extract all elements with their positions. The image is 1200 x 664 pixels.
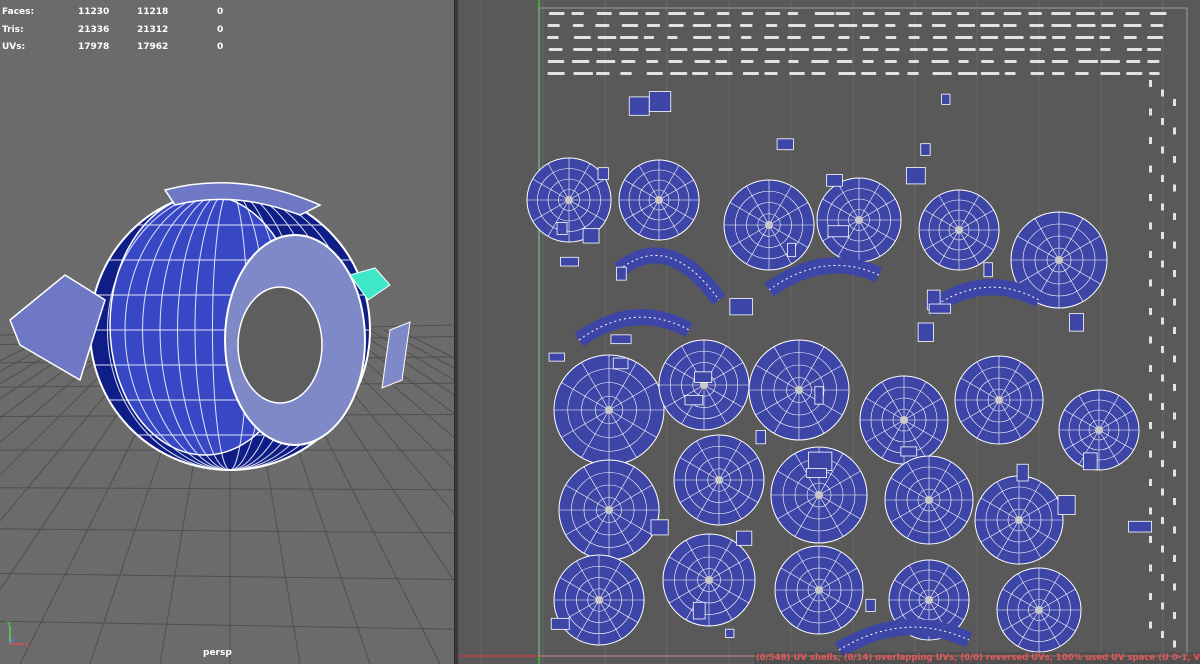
uv-small-shell xyxy=(814,386,824,405)
uv-small-shell xyxy=(612,357,629,370)
hud-value: 11230 xyxy=(78,7,110,17)
uv-shell xyxy=(774,545,864,635)
uv-statistics-readout: (0/548) UV shells, (0/14) overlapping UV… xyxy=(753,652,1200,664)
uv-small-shell xyxy=(1083,452,1098,471)
uv-small-shell xyxy=(805,468,827,478)
axis-x-label: x xyxy=(25,641,29,649)
uv-small-shell xyxy=(827,225,849,238)
uv-small-shell xyxy=(550,617,570,630)
hud-row-uvs: UVs: 17978 17962 0 xyxy=(0,39,240,57)
uv-shell xyxy=(974,475,1064,565)
hud-value: 0 xyxy=(217,42,224,52)
uv-shells xyxy=(526,12,1176,657)
uv-small-shell xyxy=(548,352,565,362)
side-panel xyxy=(9,274,106,382)
uv-arc-shell xyxy=(764,257,883,297)
uv-shell xyxy=(723,179,815,271)
hud-value: 17962 xyxy=(137,42,169,52)
uv-small-shell xyxy=(556,222,568,235)
hud-value: 17978 xyxy=(78,42,110,52)
hud-value: 21312 xyxy=(137,24,169,35)
hud-label: Faces: xyxy=(2,7,35,17)
uv-small-shell xyxy=(729,298,753,316)
uv-shell xyxy=(954,355,1044,445)
uv-small-shell xyxy=(917,322,934,342)
uv-editor-panel[interactable]: (0/548) UV shells, (0/14) overlapping UV… xyxy=(459,0,1200,664)
uv-small-shell xyxy=(610,334,632,345)
hud-value: 21336 xyxy=(78,24,110,35)
uv-shell xyxy=(662,533,756,627)
uv-small-shell xyxy=(725,628,735,638)
uv-arc-shell xyxy=(614,247,726,305)
uv-shell xyxy=(618,159,700,241)
uv-shell xyxy=(558,459,660,561)
hud-value: 11218 xyxy=(137,7,169,17)
uv-small-shell xyxy=(941,93,951,105)
uv-shell xyxy=(553,354,665,466)
poly-count-hud: Faces: 11230 11218 0 Tris: 21336 21312 0… xyxy=(0,4,240,57)
viewport-canvas[interactable] xyxy=(0,0,454,664)
uv-shell xyxy=(658,339,750,431)
uv-small-shell xyxy=(684,395,704,406)
wireframe-model xyxy=(9,182,411,471)
uv-small-shell xyxy=(582,228,600,244)
uv-small-shell xyxy=(900,446,918,457)
uv-small-shell xyxy=(1057,495,1076,515)
hud-label: UVs: xyxy=(2,42,26,52)
3d-viewport[interactable]: Faces: 11230 11218 0 Tris: 21336 21312 0… xyxy=(0,0,454,664)
uv-shell xyxy=(748,339,850,441)
uv-small-shell xyxy=(1128,520,1152,533)
uv-shell xyxy=(553,554,645,646)
uv-small-shell xyxy=(755,430,766,445)
uv-small-shell xyxy=(1069,313,1085,332)
uv-shell xyxy=(1058,389,1140,471)
uv-small-shell xyxy=(865,598,876,612)
uv-small-shell xyxy=(787,242,796,258)
hud-label: Tris: xyxy=(2,24,24,35)
uv-small-shell xyxy=(905,167,926,185)
uv-small-shell xyxy=(736,530,753,546)
uv-arc-shell xyxy=(834,619,973,657)
uv-arc-shell xyxy=(574,309,693,347)
uv-small-shell xyxy=(1016,463,1029,482)
hud-value: 0 xyxy=(217,7,224,17)
axis-gizmo-icon: y x xyxy=(7,619,29,649)
uv-small-shell xyxy=(616,266,627,281)
uv-small-shell xyxy=(628,96,650,116)
uv-small-shell xyxy=(560,256,579,267)
uv-small-shell xyxy=(692,601,706,620)
axis-y-label: y xyxy=(7,619,11,627)
uv-small-shell xyxy=(597,167,609,181)
uv-small-shell xyxy=(808,451,833,471)
hud-row-faces: Faces: 11230 11218 0 xyxy=(0,4,240,22)
uv-shell xyxy=(673,434,765,526)
uv-shell xyxy=(884,455,974,545)
uv-small-shell xyxy=(694,371,713,383)
uv-small-shell xyxy=(983,262,993,278)
uv-small-shell xyxy=(650,519,669,536)
uv-small-shell xyxy=(648,91,672,112)
uv-shell xyxy=(996,567,1082,653)
uv-small-shell xyxy=(928,303,952,314)
uv-shell xyxy=(816,177,902,263)
uv-small-shell xyxy=(826,174,843,187)
hud-value: 0 xyxy=(217,24,224,35)
hud-row-tris: Tris: 21336 21312 0 xyxy=(0,22,240,40)
camera-name-label: persp xyxy=(203,648,232,658)
uv-small-shell xyxy=(776,138,794,151)
uv-small-shell xyxy=(920,143,931,156)
uv-shell xyxy=(918,189,1000,271)
uv-layout-canvas[interactable] xyxy=(459,0,1200,664)
